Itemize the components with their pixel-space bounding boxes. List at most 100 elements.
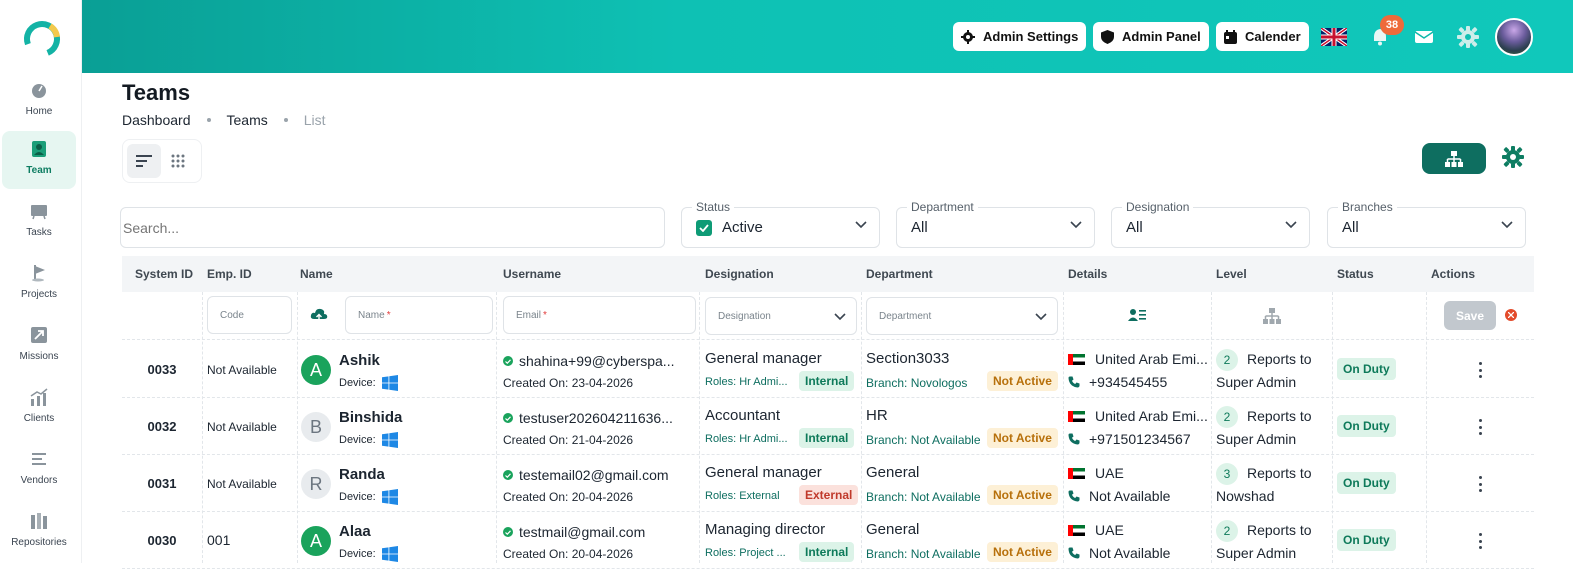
sidebar-item-projects[interactable]: Projects — [2, 255, 76, 313]
department-filter-select[interactable]: Department All — [896, 200, 1095, 248]
avatar[interactable]: A — [301, 355, 331, 385]
column-header-username[interactable]: Username — [503, 267, 561, 281]
roles[interactable]: Roles: Project ... — [705, 547, 786, 559]
country-text: UAE — [1095, 522, 1124, 538]
sidebar-item-repositories[interactable]: Repositories — [2, 503, 76, 561]
designation-select[interactable]: Designation — [705, 297, 857, 335]
more-actions-icon[interactable] — [1474, 474, 1486, 494]
designation-filter-value: All — [1126, 219, 1143, 236]
country: UAE — [1068, 522, 1124, 538]
hierarchy-icon[interactable] — [1263, 308, 1281, 324]
breadcrumb-list: List — [303, 112, 326, 128]
column-header-designation[interactable]: Designation — [705, 267, 774, 281]
roles[interactable]: Roles: External — [705, 490, 780, 502]
column-header-emp-id[interactable]: Emp. ID — [207, 267, 252, 281]
page-title: Teams — [122, 80, 191, 105]
employee-name[interactable]: Randa — [339, 466, 385, 483]
employee-name[interactable]: Alaa — [339, 523, 371, 540]
more-actions-icon[interactable] — [1474, 531, 1486, 551]
emp-id: Not Available — [207, 420, 277, 434]
clear-icon[interactable] — [1505, 309, 1517, 321]
phone: +934545455 — [1068, 374, 1167, 390]
table-row[interactable]: 0030 001 A Alaa Device: testmail@gmail.c… — [122, 512, 1534, 569]
save-button[interactable]: Save — [1444, 301, 1496, 330]
roles[interactable]: Roles: Hr Admi... — [705, 433, 788, 445]
roles[interactable]: Roles: Hr Admi... — [705, 376, 788, 388]
table-settings-gear-icon[interactable] — [1502, 146, 1524, 173]
list-view-button[interactable] — [127, 144, 161, 178]
avatar[interactable]: A — [301, 526, 331, 556]
department-select[interactable]: Department — [866, 297, 1058, 335]
table-row[interactable]: 0032 Not Available B Binshida Device: te… — [122, 398, 1534, 455]
status-badge: On Duty — [1337, 472, 1396, 494]
device-info: Device: — [339, 489, 398, 505]
chevron-down-icon — [834, 313, 846, 321]
search-input[interactable] — [120, 207, 665, 248]
reports-to[interactable]: Super Admin — [1216, 545, 1296, 561]
more-actions-icon[interactable] — [1474, 417, 1486, 437]
employee-name[interactable]: Ashik — [339, 352, 380, 369]
designation: Accountant — [705, 407, 781, 424]
sidebar-item-tasks[interactable]: Tasks — [2, 193, 76, 251]
view-toggle — [122, 139, 202, 183]
sidebar-item-team[interactable]: Team — [2, 131, 76, 189]
breadcrumb: Dashboard Teams List — [122, 112, 326, 128]
upload-cloud-icon[interactable] — [310, 307, 328, 323]
sidebar-item-vendors[interactable]: Vendors — [2, 441, 76, 499]
status-badge: On Duty — [1337, 529, 1396, 551]
calendar-icon — [1224, 29, 1237, 44]
emp-code-input[interactable]: Code — [207, 296, 292, 334]
employee-type-badge: Internal — [799, 371, 855, 391]
mail-icon[interactable] — [1411, 24, 1437, 50]
email-input[interactable]: Email * — [503, 296, 696, 334]
app-logo[interactable] — [22, 19, 62, 59]
more-actions-icon[interactable] — [1474, 360, 1486, 380]
sidebar-item-label: Tasks — [26, 227, 52, 238]
contact-details-icon[interactable] — [1128, 308, 1146, 322]
language-flag-uk-icon[interactable] — [1321, 24, 1347, 50]
settings-gear-icon[interactable] — [1455, 24, 1481, 50]
chevron-down-icon — [855, 221, 867, 229]
avatar[interactable]: R — [301, 469, 331, 499]
level-badge: 2 — [1216, 406, 1238, 428]
org-chart-button[interactable] — [1422, 143, 1486, 174]
table-row[interactable]: 0033 Not Available A Ashik Device: shahi… — [122, 341, 1534, 398]
user-avatar[interactable] — [1495, 18, 1533, 56]
sidebar-item-missions[interactable]: Missions — [2, 317, 76, 375]
branch: Branch: Not Available — [866, 547, 981, 561]
column-header-department[interactable]: Department — [866, 267, 933, 281]
checkbox-checked-icon — [696, 219, 712, 236]
branches-filter-select[interactable]: Branches All — [1327, 200, 1526, 248]
name-input[interactable]: Name * — [345, 296, 493, 334]
device-label: Device: — [339, 377, 376, 389]
breadcrumb-dashboard[interactable]: Dashboard — [122, 112, 191, 128]
department: General — [866, 464, 920, 481]
created-on: Created On: 20-04-2026 — [503, 490, 634, 504]
device-label: Device: — [339, 434, 376, 446]
avatar[interactable]: B — [301, 412, 331, 442]
reports-label: Reports to — [1247, 408, 1312, 424]
verified-check-icon — [503, 413, 513, 423]
sidebar-item-home[interactable]: Home — [2, 72, 76, 130]
employee-name[interactable]: Binshida — [339, 409, 402, 426]
status-badge: On Duty — [1337, 415, 1396, 437]
designation-filter-select[interactable]: Designation All — [1111, 200, 1310, 248]
admin-settings-button[interactable]: Admin Settings — [953, 22, 1087, 51]
chevron-down-icon — [1070, 221, 1082, 229]
column-header-system-id[interactable]: System ID — [135, 267, 193, 281]
calender-button[interactable]: Calender — [1216, 22, 1309, 51]
reports-to[interactable]: Nowshad — [1216, 488, 1274, 504]
phone-text: Not Available — [1089, 545, 1171, 561]
department: HR — [866, 407, 888, 424]
breadcrumb-teams[interactable]: Teams — [227, 112, 268, 128]
created-on: Created On: 23-04-2026 — [503, 376, 634, 390]
grid-view-button[interactable] — [161, 144, 195, 178]
status-filter-select[interactable]: Status Active — [681, 200, 880, 248]
reports-to[interactable]: Super Admin — [1216, 431, 1296, 447]
column-header-name[interactable]: Name — [300, 267, 333, 281]
sidebar-item-clients[interactable]: Clients — [2, 379, 76, 437]
reports-to[interactable]: Super Admin — [1216, 374, 1296, 390]
admin-panel-button[interactable]: Admin Panel — [1093, 22, 1209, 51]
table-row[interactable]: 0031 Not Available R Randa Device: teste… — [122, 455, 1534, 512]
windows-icon — [381, 546, 398, 562]
